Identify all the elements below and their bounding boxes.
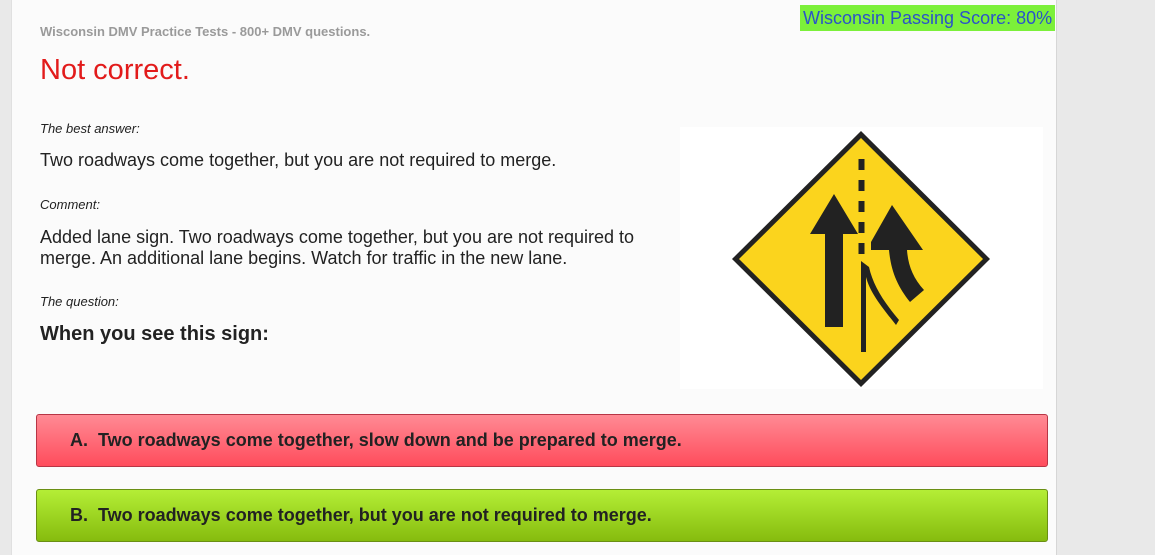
best-answer-label: The best answer: (40, 121, 140, 136)
question-card: Wisconsin DMV Practice Tests - 800+ DMV … (11, 0, 1057, 555)
result-status: Not correct. (40, 54, 190, 86)
passing-score-badge: Wisconsin Passing Score: 80% (800, 5, 1056, 31)
option-text: Two roadways come together, slow down an… (98, 430, 682, 450)
added-lane-sign-icon (732, 131, 990, 387)
option-letter: B. (70, 505, 88, 525)
page: Wisconsin DMV Practice Tests - 800+ DMV … (0, 0, 1155, 555)
site-title: Wisconsin DMV Practice Tests - 800+ DMV … (40, 24, 371, 39)
sign-image (680, 127, 1043, 389)
answer-option-a[interactable]: A. Two roadways come together, slow down … (36, 414, 1048, 467)
best-answer-text: Two roadways come together, but you are … (40, 150, 557, 170)
comment-label: Comment: (40, 197, 100, 212)
answer-option-b[interactable]: B. Two roadways come together, but you ar… (36, 489, 1048, 542)
question-label: The question: (40, 294, 119, 309)
option-text: Two roadways come together, but you are … (98, 505, 652, 525)
comment-text: Added lane sign. Two roadways come toget… (40, 227, 635, 268)
question-text: When you see this sign: (40, 323, 269, 345)
option-letter: A. (70, 430, 88, 450)
